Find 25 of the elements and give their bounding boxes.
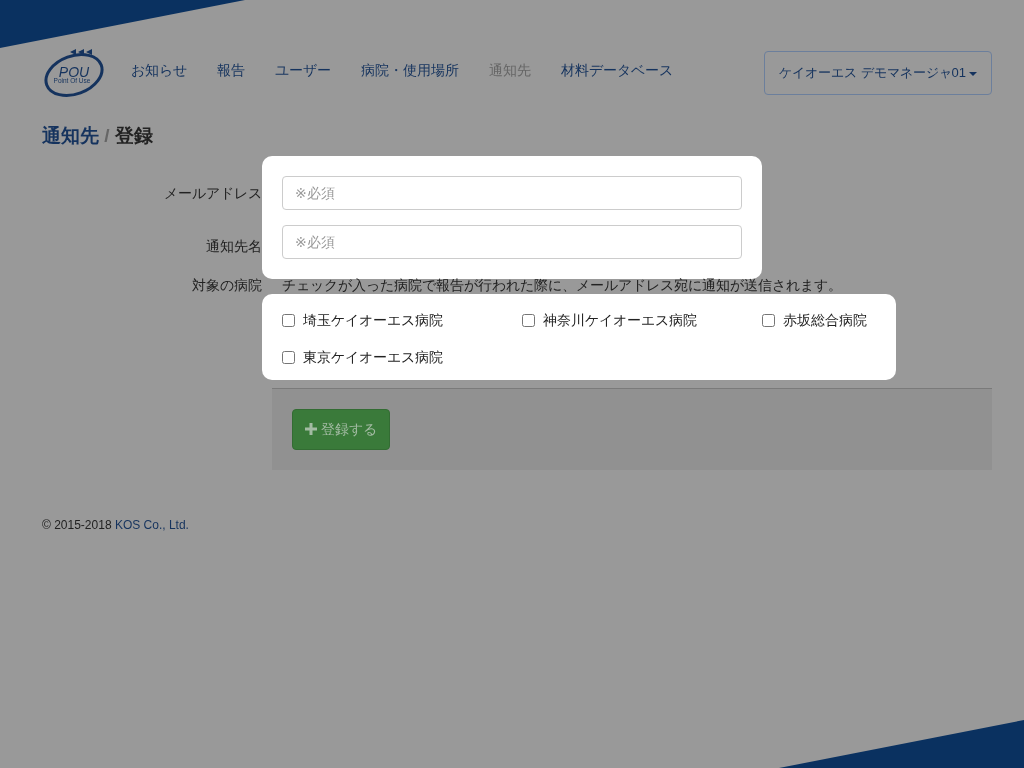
field-label: 対象の病院: [192, 277, 262, 294]
checkbox[interactable]: [762, 313, 775, 327]
checkbox-label: 神奈川ケイオーエス病院: [543, 310, 697, 330]
checkbox-label: 赤坂総合病院: [783, 310, 867, 330]
checkbox-label: 東京ケイオーエス病院: [303, 347, 443, 367]
nav-link[interactable]: 材料データベース: [546, 48, 688, 92]
checkbox[interactable]: [282, 313, 295, 327]
page-title: 通知先 / 登録: [42, 125, 154, 148]
company-link[interactable]: KOS Co., Ltd.: [114, 517, 189, 532]
nav-link[interactable]: 報告: [202, 48, 260, 92]
nav-link[interactable]: ユーザー: [260, 48, 346, 92]
user-menu-button[interactable]: ケイオーエス デモマネージャ01: [763, 51, 992, 95]
checkbox[interactable]: [522, 313, 535, 327]
nav-link[interactable]: お知らせ: [116, 48, 202, 92]
field-label: 通知先名: [205, 236, 262, 256]
submit-button[interactable]: 登録する: [292, 408, 390, 450]
input-field[interactable]: ※必須: [282, 224, 742, 259]
nav-link[interactable]: 病院・使用場所: [346, 48, 474, 92]
checkbox[interactable]: [282, 350, 295, 364]
plus-icon: [305, 423, 317, 436]
checkbox-label: 埼玉ケイオーエス病院: [303, 310, 443, 330]
help-text: チェックが入った病院で報告が行われた際に、メールアドレス宛に通知が送信されます。: [282, 276, 842, 296]
copyright-text: © 2015-2018: [42, 517, 113, 532]
input-field[interactable]: ※必須: [282, 175, 742, 210]
field-label: メールアドレス: [163, 183, 262, 203]
